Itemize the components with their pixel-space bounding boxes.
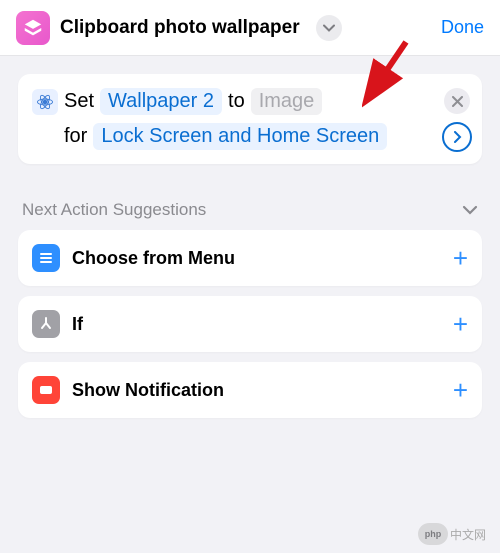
editor-header: Clipboard photo wallpaper Done xyxy=(0,0,500,56)
set-label: Set xyxy=(64,90,94,113)
watermark: php 中文网 xyxy=(418,523,486,545)
menu-icon xyxy=(32,244,60,272)
suggestions-list: Choose from Menu + If + Show Notificatio… xyxy=(18,230,482,418)
add-button[interactable]: + xyxy=(453,377,468,403)
wallpaper-param[interactable]: Wallpaper 2 xyxy=(100,88,222,115)
target-param[interactable]: Lock Screen and Home Screen xyxy=(93,123,387,150)
content-area: Set Wallpaper 2 to Image for Lock Screen… xyxy=(0,56,500,436)
add-button[interactable]: + xyxy=(453,245,468,271)
action-line-1: Set Wallpaper 2 to Image xyxy=(32,88,468,115)
expand-action-button[interactable] xyxy=(442,122,472,152)
watermark-logo: php xyxy=(418,523,448,545)
gear-atom-icon xyxy=(36,93,54,111)
for-label: for xyxy=(64,125,87,148)
settings-app-icon xyxy=(32,89,58,115)
chevron-down-icon xyxy=(323,24,335,32)
image-param[interactable]: Image xyxy=(251,88,323,115)
set-wallpaper-action-card[interactable]: Set Wallpaper 2 to Image for Lock Screen… xyxy=(18,74,482,164)
watermark-text: 中文网 xyxy=(450,526,486,543)
title-menu-button[interactable] xyxy=(316,15,342,41)
suggestion-label: Choose from Menu xyxy=(72,248,441,269)
shortcut-title[interactable]: Clipboard photo wallpaper xyxy=(60,17,300,39)
suggestion-if[interactable]: If + xyxy=(18,296,482,352)
close-icon xyxy=(452,96,463,107)
suggestion-show-notification[interactable]: Show Notification + xyxy=(18,362,482,418)
chevron-right-icon xyxy=(451,131,463,143)
shortcut-app-icon[interactable] xyxy=(16,11,50,45)
branch-icon xyxy=(32,310,60,338)
to-label: to xyxy=(228,90,245,113)
add-button[interactable]: + xyxy=(453,311,468,337)
done-button[interactable]: Done xyxy=(441,17,484,38)
suggestion-label: Show Notification xyxy=(72,380,441,401)
action-line-2: for Lock Screen and Home Screen xyxy=(32,123,468,150)
suggestion-label: If xyxy=(72,314,441,335)
chevron-down-icon xyxy=(462,205,478,215)
header-left: Clipboard photo wallpaper xyxy=(16,11,427,45)
suggestion-choose-from-menu[interactable]: Choose from Menu + xyxy=(18,230,482,286)
notification-icon xyxy=(32,376,60,404)
suggestions-title: Next Action Suggestions xyxy=(22,200,206,220)
stack-icon xyxy=(22,17,44,39)
delete-action-button[interactable] xyxy=(444,88,470,114)
suggestions-header[interactable]: Next Action Suggestions xyxy=(18,200,482,220)
